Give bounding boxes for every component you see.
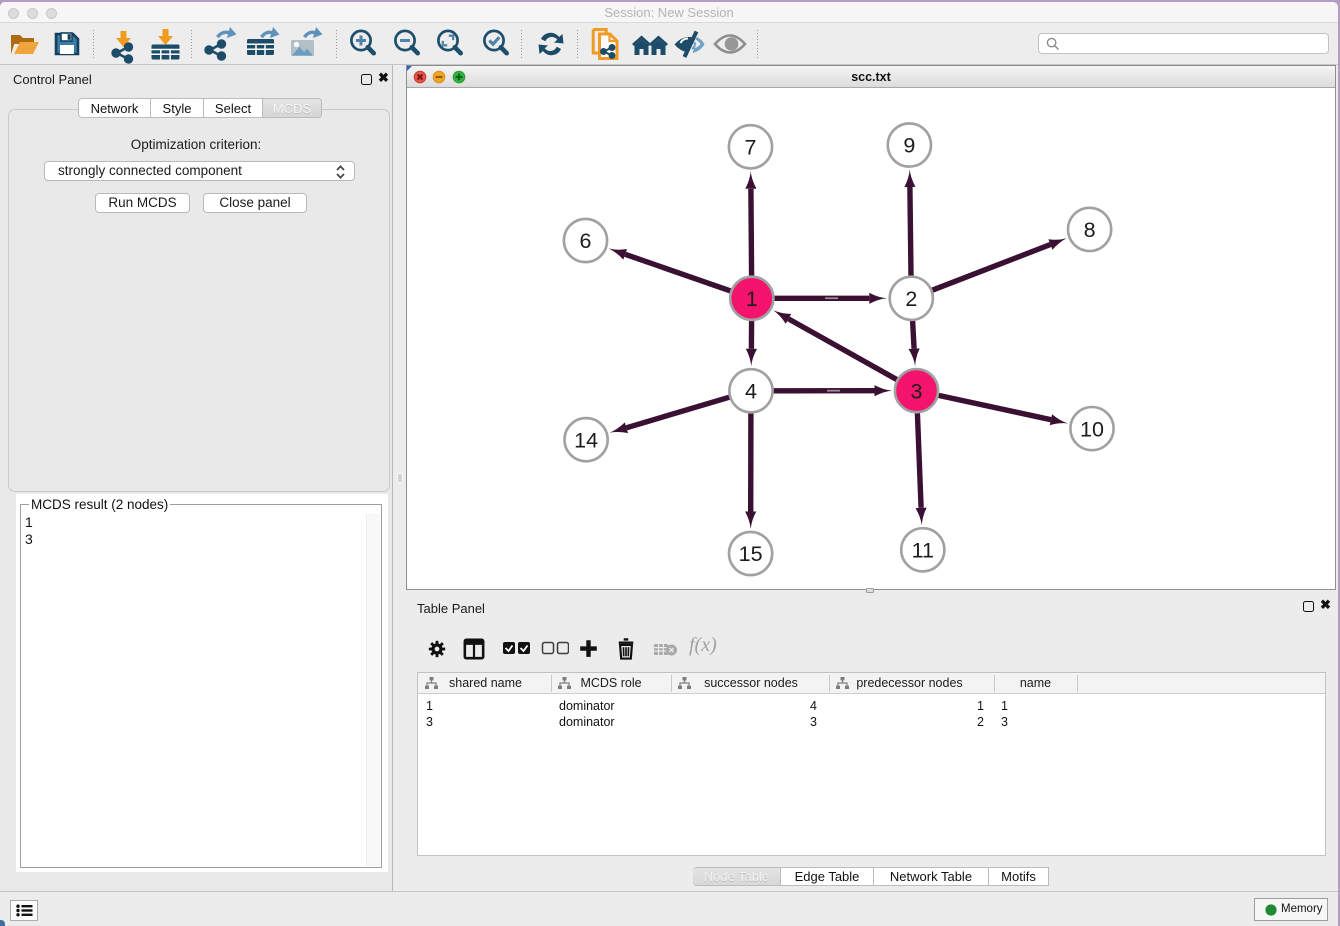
svg-text:6: 6 bbox=[580, 229, 592, 253]
svg-text:8: 8 bbox=[1084, 218, 1096, 242]
svg-text:14: 14 bbox=[574, 428, 598, 452]
svg-text:7: 7 bbox=[745, 136, 757, 160]
svg-text:11: 11 bbox=[912, 539, 934, 563]
svg-text:15: 15 bbox=[739, 542, 763, 566]
svg-text:2: 2 bbox=[905, 287, 917, 311]
svg-text:1: 1 bbox=[746, 287, 758, 311]
svg-text:3: 3 bbox=[911, 379, 923, 403]
svg-text:4: 4 bbox=[745, 380, 757, 404]
svg-text:9: 9 bbox=[903, 134, 915, 158]
svg-text:10: 10 bbox=[1080, 417, 1104, 441]
